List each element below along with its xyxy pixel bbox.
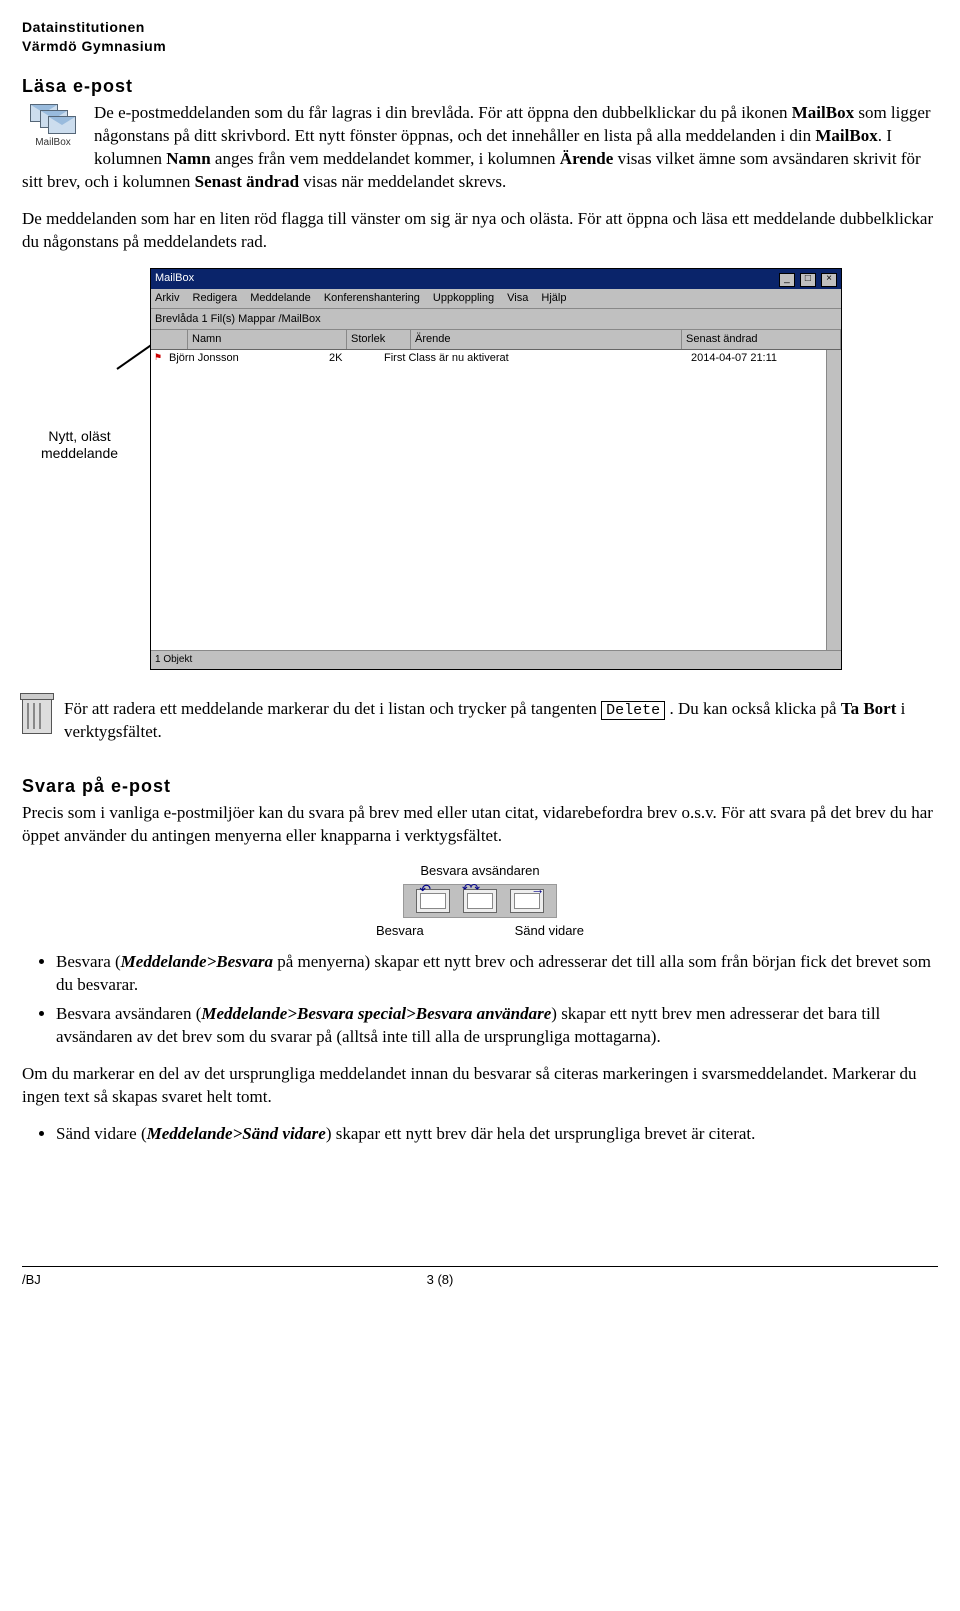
header-line1: Datainstitutionen [22, 18, 938, 37]
col-date[interactable]: Senast ändrad [682, 330, 841, 349]
reply-fig-top-label: Besvara avsändaren [360, 862, 600, 880]
maximize-icon[interactable]: □ [800, 273, 816, 287]
scrollbar-vertical[interactable] [826, 350, 841, 650]
menu-hjalp[interactable]: Hjälp [541, 292, 566, 304]
page-footer: /BJ 3 (8) [22, 1266, 938, 1289]
reply-icons-figure: Besvara avsändaren Besvara Sänd vidare [360, 862, 600, 939]
reply-bullets-1: Besvara (Meddelande>Besvara på menyerna)… [22, 951, 938, 1049]
reply-fig-left-label: Besvara [376, 922, 424, 940]
mailbox-window-figure: Nytt, oläst meddelande MailBox _ □ × Ark… [22, 268, 938, 678]
delete-key: Delete [601, 701, 665, 720]
reply-icon[interactable] [416, 889, 450, 913]
paragraph-5: Om du markerar en del av det ursprunglig… [22, 1063, 938, 1109]
menu-konferens[interactable]: Konferenshantering [324, 292, 420, 304]
reply-icon-row [403, 884, 557, 918]
minimize-icon[interactable]: _ [779, 273, 795, 287]
bullet-besvara-avsandaren: Besvara avsändaren (Meddelande>Besvara s… [56, 1003, 938, 1049]
footer-author: /BJ [22, 1271, 41, 1289]
window-title: MailBox [155, 271, 194, 286]
arrow-label: Nytt, oläst meddelande [22, 428, 137, 462]
menu-uppkoppling[interactable]: Uppkoppling [433, 292, 494, 304]
column-headers: Namn Storlek Ärende Senast ändrad [151, 330, 841, 350]
col-flag[interactable] [151, 330, 188, 349]
close-icon[interactable]: × [821, 273, 837, 287]
bullet-besvara: Besvara (Meddelande>Besvara på menyerna)… [56, 951, 938, 997]
footer-page: 3 (8) [0, 1271, 898, 1289]
paragraph-4: Precis som i vanliga e-postmiljöer kan d… [22, 802, 938, 848]
intro-block: MailBox De e-postmeddelanden som du får … [22, 102, 938, 208]
reply-bullets-2: Sänd vidare (Meddelande>Sänd vidare) ska… [22, 1123, 938, 1146]
delete-instruction: För att radera ett meddelande markerar d… [22, 698, 938, 758]
paragraph-3: För att radera ett meddelande markerar d… [64, 698, 938, 744]
forward-icon[interactable] [510, 889, 544, 913]
menu-meddelande[interactable]: Meddelande [250, 292, 311, 304]
menu-redigera[interactable]: Redigera [193, 292, 238, 304]
mailbox-icon-label: MailBox [35, 137, 71, 148]
row-size: 2K [329, 351, 384, 366]
mailbox-window: MailBox _ □ × Arkiv Redigera Meddelande … [150, 268, 842, 670]
table-row[interactable]: ⚑ Björn Jonsson 2K First Class är nu akt… [151, 350, 841, 367]
header-line2: Värmdö Gymnasium [22, 37, 938, 56]
section-reply-title: Svara på e-post [22, 774, 938, 798]
status-bar: 1 Objekt [151, 650, 841, 669]
paragraph-2: De meddelanden som har en liten röd flag… [22, 208, 938, 254]
envelope-stack-icon [30, 104, 76, 134]
window-titlebar: MailBox _ □ × [151, 269, 841, 289]
menu-visa[interactable]: Visa [507, 292, 528, 304]
col-size[interactable]: Storlek [347, 330, 411, 349]
row-date: 2014-04-07 21:11 [691, 351, 841, 366]
unread-flag-icon: ⚑ [151, 351, 165, 366]
row-name: Björn Jonsson [165, 351, 329, 366]
row-subject: First Class är nu aktiverat [384, 351, 691, 366]
col-subject[interactable]: Ärende [411, 330, 682, 349]
col-name[interactable]: Namn [188, 330, 347, 349]
trash-icon [22, 698, 52, 734]
window-menubar: Arkiv Redigera Meddelande Konferenshante… [151, 289, 841, 309]
message-list: ⚑ Björn Jonsson 2K First Class är nu akt… [151, 350, 841, 650]
window-toolbar: Brevlåda 1 Fil(s) Mappar /MailBox [151, 309, 841, 331]
menu-arkiv[interactable]: Arkiv [155, 292, 179, 304]
reply-fig-right-label: Sänd vidare [515, 922, 584, 940]
toolbar-path: Brevlåda 1 Fil(s) Mappar /MailBox [155, 312, 321, 327]
window-control-buttons: _ □ × [777, 271, 837, 287]
section-read-title: Läsa e-post [22, 74, 938, 98]
bullet-sand-vidare: Sänd vidare (Meddelande>Sänd vidare) ska… [56, 1123, 938, 1146]
reply-sender-icon[interactable] [463, 889, 497, 913]
page-header: Datainstitutionen Värmdö Gymnasium [22, 18, 938, 56]
paragraph-1: De e-postmeddelanden som du får lagras i… [22, 102, 938, 194]
mailbox-icon: MailBox [22, 104, 84, 150]
